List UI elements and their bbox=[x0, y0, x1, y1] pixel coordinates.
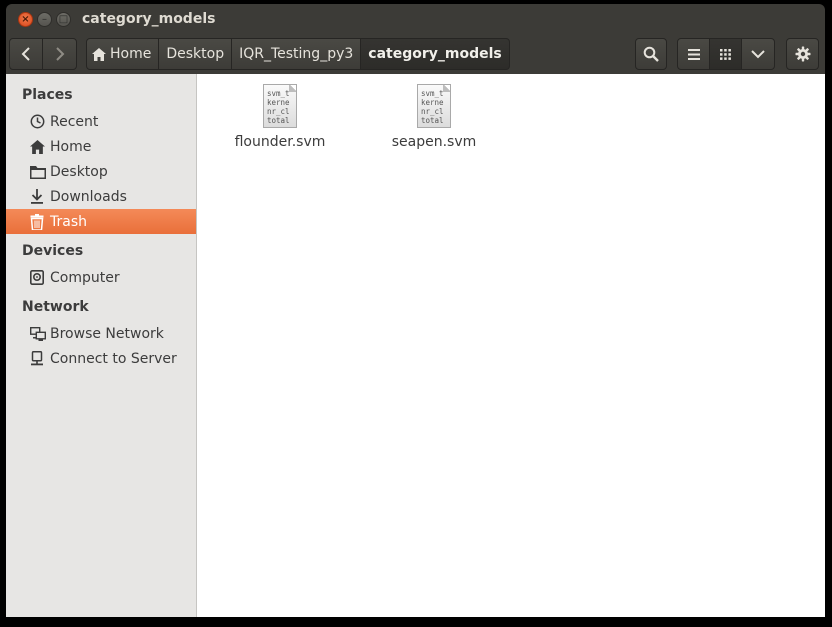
file-name: flounder.svm bbox=[234, 134, 326, 150]
window-title: category_models bbox=[82, 11, 216, 27]
sidebar-item-label: Home bbox=[50, 138, 92, 155]
sidebar-item-label: Trash bbox=[50, 213, 87, 230]
sidebar-item-browse-network[interactable]: Browse Network bbox=[6, 321, 196, 346]
breadcrumb-home[interactable]: Home bbox=[86, 38, 160, 70]
forward-button[interactable] bbox=[42, 38, 77, 70]
breadcrumb-current[interactable]: category_models bbox=[361, 38, 510, 70]
drive-icon bbox=[30, 270, 44, 285]
sidebar-item-connect-to-server[interactable]: Connect to Server bbox=[6, 346, 196, 371]
trash-icon bbox=[30, 213, 44, 230]
toolbar: Home Desktop IQR_Testing_py3 category_mo… bbox=[6, 36, 825, 74]
sidebar: Places Recent Home Desktop Downloads Tra… bbox=[6, 74, 197, 617]
sidebar-item-label: Recent bbox=[50, 113, 99, 130]
network-icon bbox=[30, 326, 46, 341]
file-item-flounder[interactable]: svm_t kerne nr_cl total flounder.svm bbox=[225, 84, 335, 150]
file-name: seapen.svm bbox=[391, 134, 477, 150]
clock-icon bbox=[30, 114, 45, 129]
search-icon bbox=[643, 46, 659, 62]
list-view-button[interactable] bbox=[677, 38, 710, 70]
breadcrumb-desktop[interactable]: Desktop bbox=[159, 38, 233, 70]
minimize-window-button[interactable]: – bbox=[37, 12, 52, 27]
title-bar: × – □ category_models bbox=[6, 4, 825, 36]
list-icon bbox=[687, 48, 700, 60]
sidebar-item-home[interactable]: Home bbox=[6, 134, 196, 159]
download-icon bbox=[31, 189, 43, 204]
chevron-right-icon bbox=[55, 47, 64, 61]
breadcrumb: Home Desktop IQR_Testing_py3 category_mo… bbox=[86, 38, 510, 70]
file-manager-window: × – □ category_models Home Desktop IQR_T… bbox=[6, 4, 825, 617]
sidebar-item-label: Browse Network bbox=[50, 325, 164, 342]
sidebar-item-recent[interactable]: Recent bbox=[6, 109, 196, 134]
chevron-left-icon bbox=[21, 47, 30, 61]
maximize-window-button[interactable]: □ bbox=[56, 12, 71, 27]
settings-button[interactable] bbox=[786, 38, 819, 70]
devices-header: Devices bbox=[22, 243, 84, 259]
text-file-icon: svm_t kerne nr_cl total bbox=[417, 84, 451, 128]
sidebar-item-label: Desktop bbox=[50, 163, 108, 180]
folder-icon bbox=[30, 165, 46, 179]
home-icon bbox=[30, 139, 45, 154]
chevron-down-icon bbox=[751, 49, 765, 58]
file-item-seapen[interactable]: svm_t kerne nr_cl total seapen.svm bbox=[379, 84, 489, 150]
close-window-button[interactable]: × bbox=[18, 12, 33, 27]
breadcrumb-iqr-testing[interactable]: IQR_Testing_py3 bbox=[232, 38, 362, 70]
grid-view-button[interactable] bbox=[709, 38, 742, 70]
text-file-icon: svm_t kerne nr_cl total bbox=[263, 84, 297, 128]
sidebar-item-trash[interactable]: Trash bbox=[6, 209, 196, 234]
file-view[interactable]: svm_t kerne nr_cl total flounder.svm svm… bbox=[197, 74, 825, 617]
sidebar-item-label: Computer bbox=[50, 269, 120, 286]
home-icon bbox=[92, 47, 106, 61]
view-options-button[interactable] bbox=[741, 38, 775, 70]
back-button[interactable] bbox=[9, 38, 43, 70]
places-header: Places bbox=[22, 87, 73, 103]
search-button[interactable] bbox=[635, 38, 667, 70]
server-icon bbox=[31, 351, 43, 366]
gear-icon bbox=[795, 46, 810, 62]
sidebar-item-label: Downloads bbox=[50, 188, 127, 205]
sidebar-item-downloads[interactable]: Downloads bbox=[6, 184, 196, 209]
sidebar-item-computer[interactable]: Computer bbox=[6, 265, 196, 290]
grid-icon bbox=[720, 48, 731, 60]
sidebar-item-label: Connect to Server bbox=[50, 350, 177, 367]
sidebar-item-desktop[interactable]: Desktop bbox=[6, 159, 196, 184]
network-header: Network bbox=[22, 299, 89, 315]
